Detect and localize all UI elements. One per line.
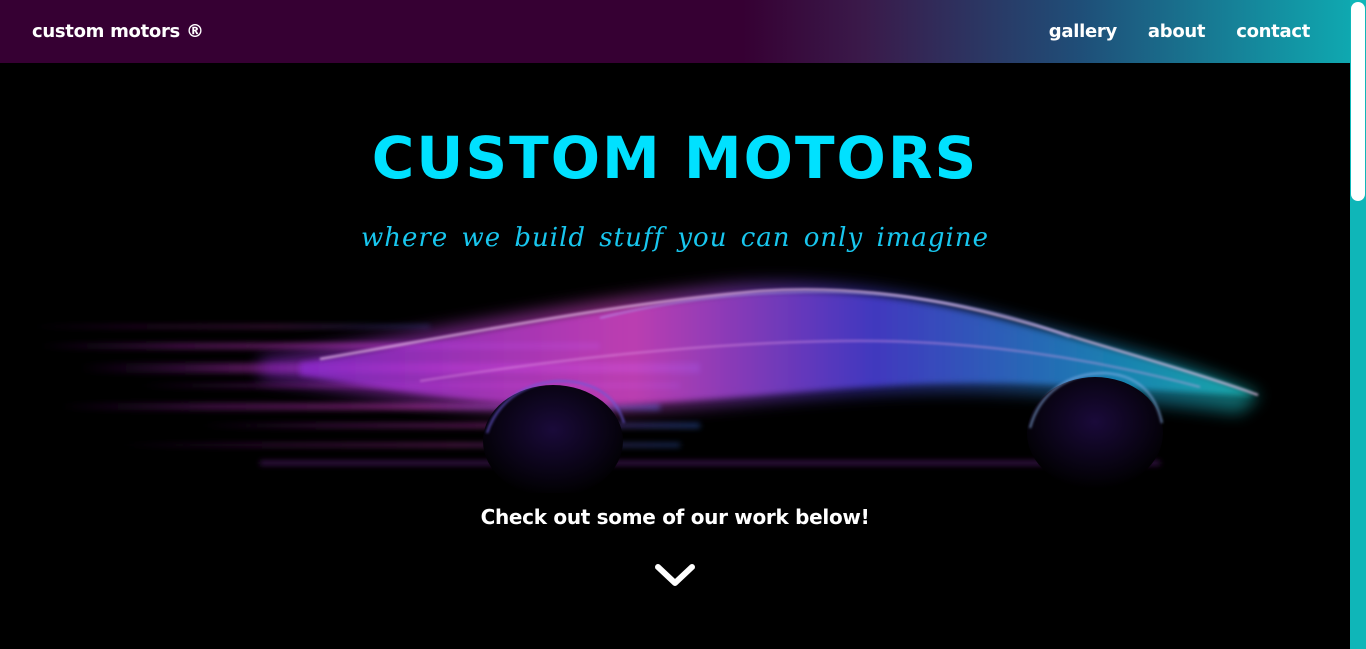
nav-link-contact[interactable]: contact [1236,19,1310,45]
nav-links: gallery about contact [1018,19,1311,45]
chevron-down-icon[interactable] [653,559,697,593]
scrollbar-track[interactable] [1350,0,1366,649]
hero-section: CUSTOM MOTORS where we build stuff you c… [0,63,1350,649]
page: custom motors ® gallery about contact CU… [0,0,1366,649]
car-illustration [30,282,1260,493]
hero-title: CUSTOM MOTORS [371,124,979,192]
top-navbar: custom motors ® gallery about contact [0,0,1350,63]
nav-link-about[interactable]: about [1148,19,1206,45]
brand-link[interactable]: custom motors ® [32,19,204,45]
scrollbar-thumb[interactable] [1351,2,1365,201]
cta-text: Check out some of our work below! [480,505,870,529]
hero-tagline: where we build stuff you can only imagin… [361,223,989,253]
nav-link-gallery[interactable]: gallery [1049,19,1117,45]
